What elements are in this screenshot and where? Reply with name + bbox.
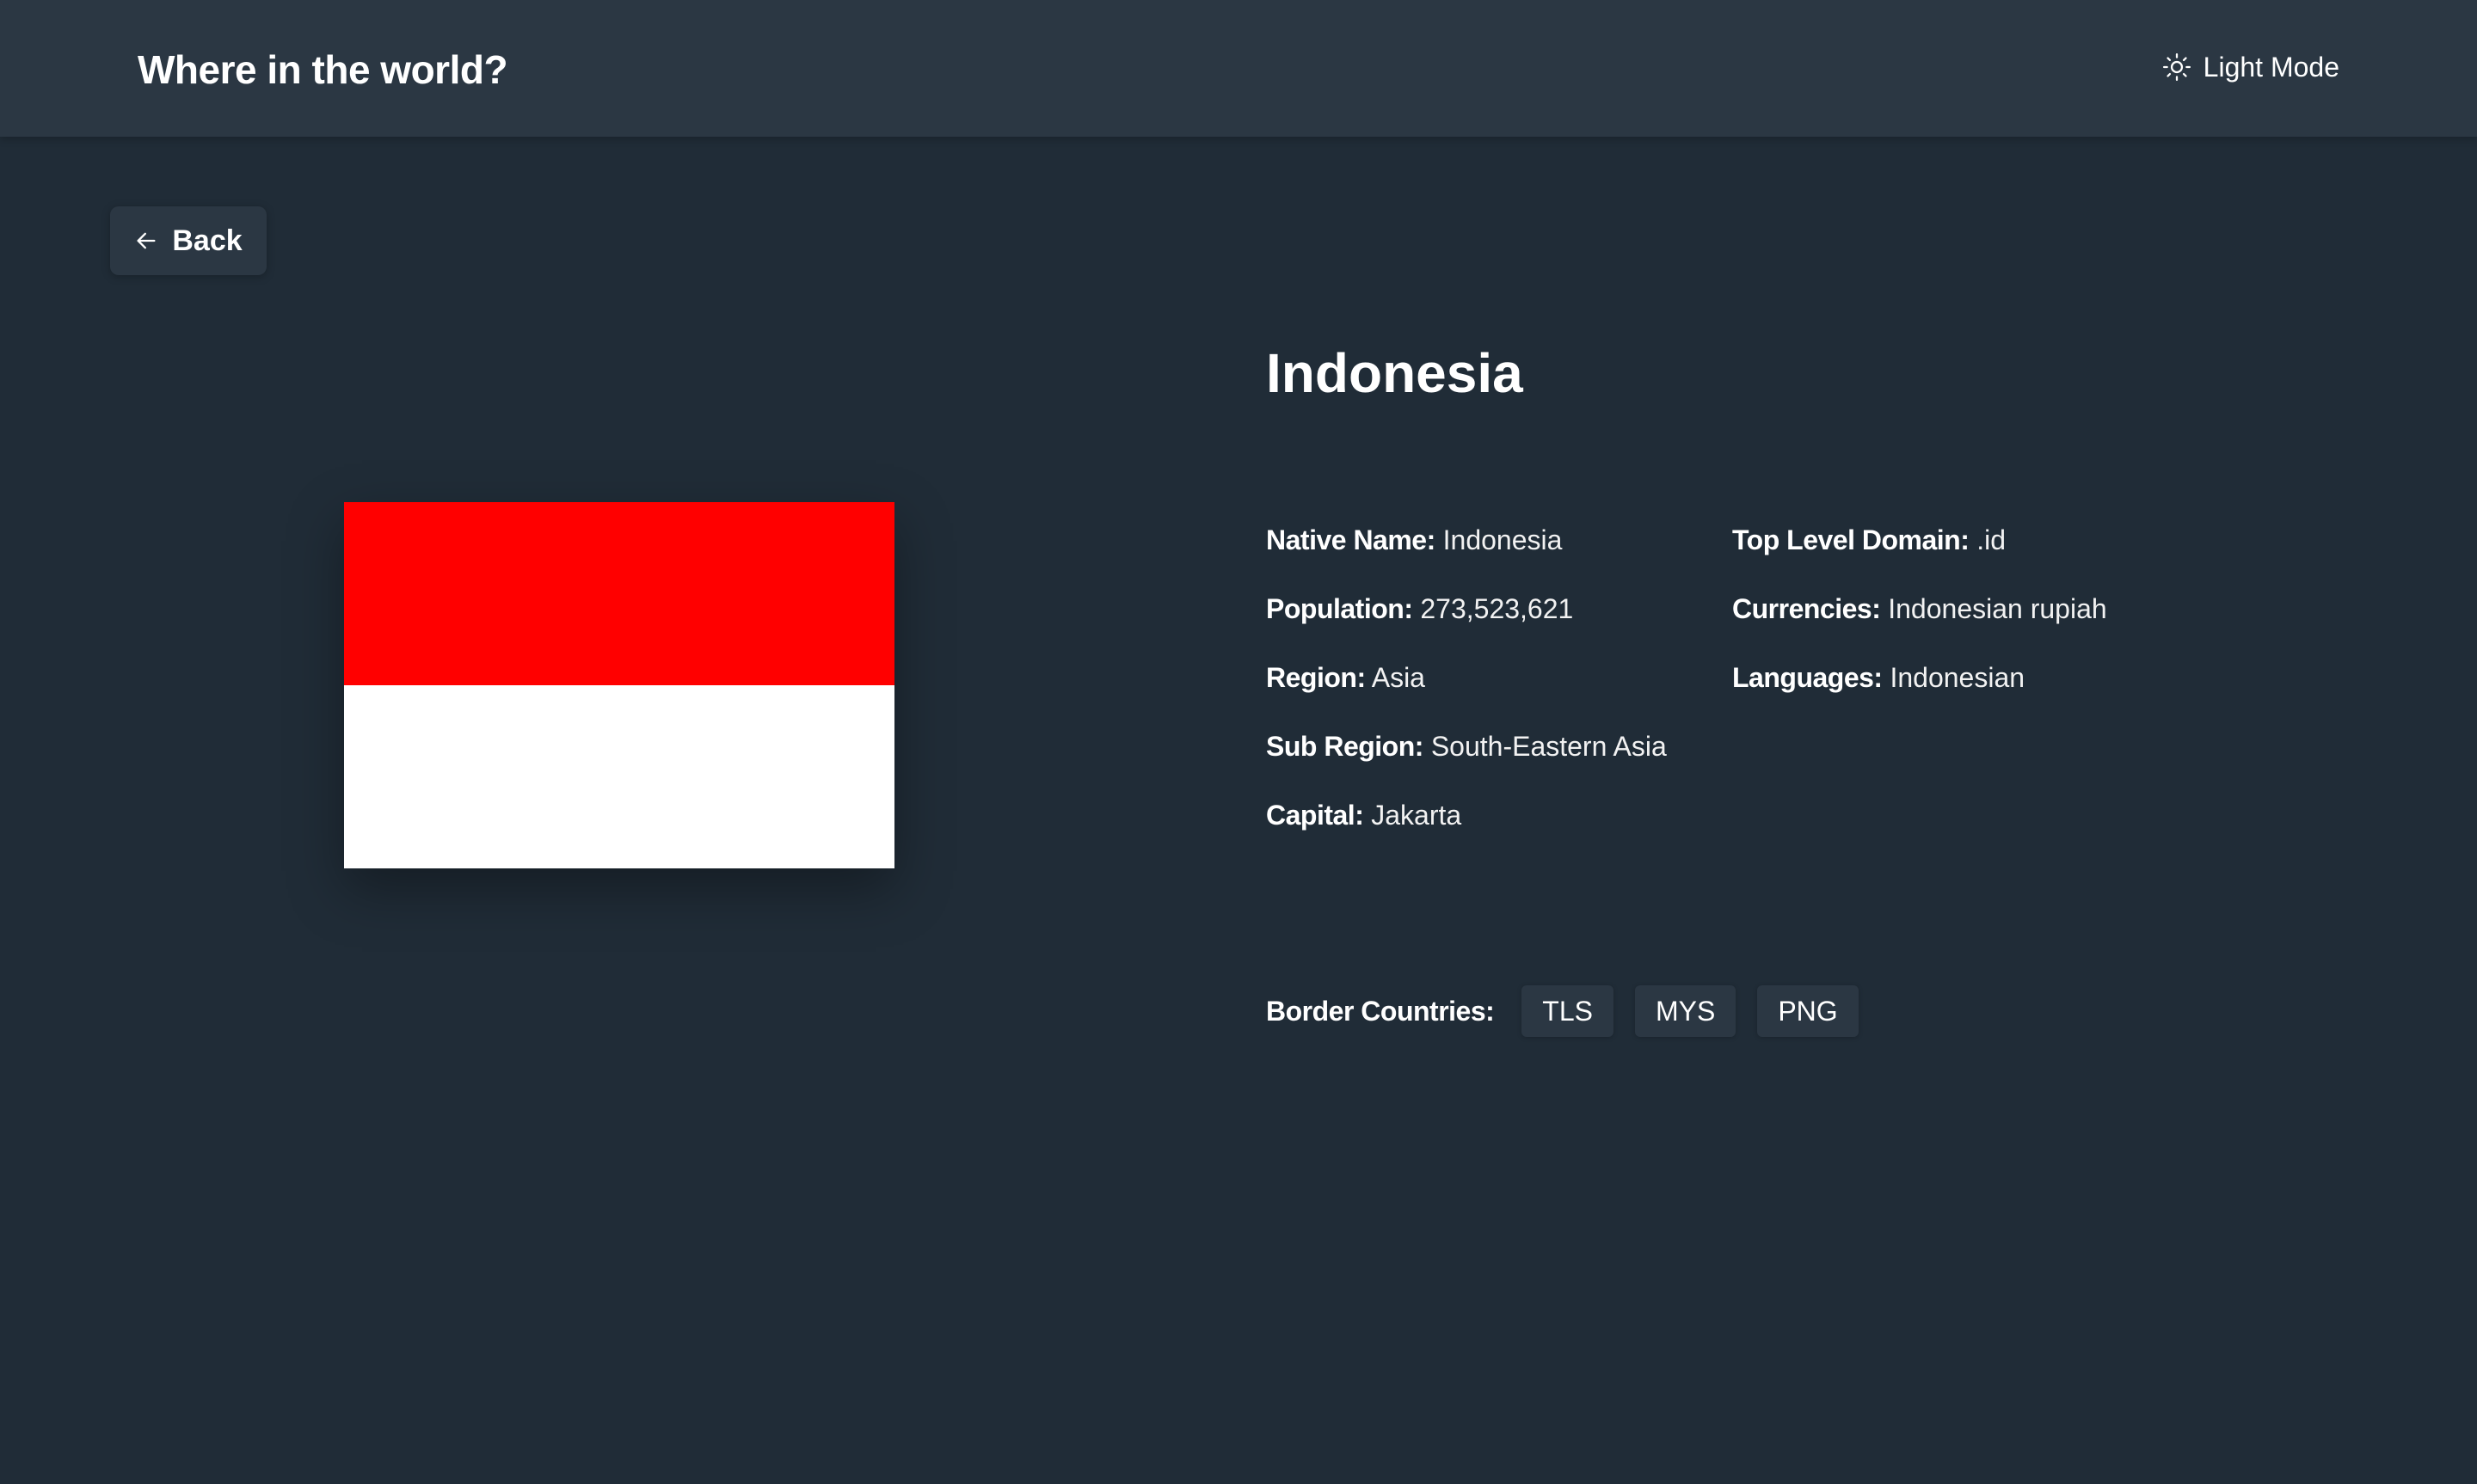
border-country-tls[interactable]: TLS (1521, 985, 1613, 1037)
country-name: Indonesia (1266, 342, 1523, 404)
back-button-label: Back (172, 224, 243, 257)
detail-top-level-domain: Top Level Domain: .id (1732, 516, 2107, 564)
arrow-left-icon (134, 229, 158, 253)
sun-icon (2162, 52, 2191, 82)
site-title: Where in the world? (138, 47, 508, 92)
details-primary: Native Name: Indonesia Population: 273,5… (1266, 516, 1667, 860)
detail-population: Population: 273,523,621 (1266, 585, 1667, 633)
detail-value: 273,523,621 (1420, 593, 1574, 624)
detail-label: Top Level Domain: (1732, 524, 1970, 555)
detail-value: .id (1976, 524, 2007, 555)
flag-red-stripe (344, 502, 894, 685)
detail-sub-region: Sub Region: South-Eastern Asia (1266, 722, 1667, 770)
detail-label: Capital: (1266, 800, 1364, 831)
border-country-mys[interactable]: MYS (1634, 985, 1736, 1037)
detail-value: Jakarta (1371, 800, 1462, 831)
detail-label: Currencies: (1732, 593, 1881, 624)
border-countries: Border Countries: TLS MYS PNG (1266, 985, 1880, 1037)
detail-languages: Languages: Indonesian (1732, 653, 2107, 702)
site-header: Where in the world? Light Mode (0, 0, 2477, 137)
flag-white-stripe (344, 685, 894, 868)
details-secondary: Top Level Domain: .id Currencies: Indone… (1732, 516, 2107, 722)
detail-currencies: Currencies: Indonesian rupiah (1732, 585, 2107, 633)
theme-toggle-label: Light Mode (2203, 51, 2339, 83)
detail-value: Indonesian (1890, 662, 2025, 693)
country-flag (344, 502, 894, 868)
back-button[interactable]: Back (110, 206, 267, 275)
detail-region: Region: Asia (1266, 653, 1667, 702)
detail-value: Indonesian rupiah (1888, 593, 2107, 624)
border-countries-label: Border Countries: (1266, 995, 1495, 1027)
detail-value: South-Eastern Asia (1430, 731, 1667, 762)
detail-capital: Capital: Jakarta (1266, 791, 1667, 839)
border-country-png[interactable]: PNG (1757, 985, 1859, 1037)
detail-label: Population: (1266, 593, 1413, 624)
detail-native-name: Native Name: Indonesia (1266, 516, 1667, 564)
detail-value: Asia (1371, 662, 1425, 693)
detail-label: Sub Region: (1266, 731, 1423, 762)
detail-label: Native Name: (1266, 524, 1435, 555)
detail-value: Indonesia (1442, 524, 1563, 555)
theme-toggle-button[interactable]: Light Mode (2162, 43, 2339, 91)
detail-label: Region: (1266, 662, 1366, 693)
detail-label: Languages: (1732, 662, 1883, 693)
